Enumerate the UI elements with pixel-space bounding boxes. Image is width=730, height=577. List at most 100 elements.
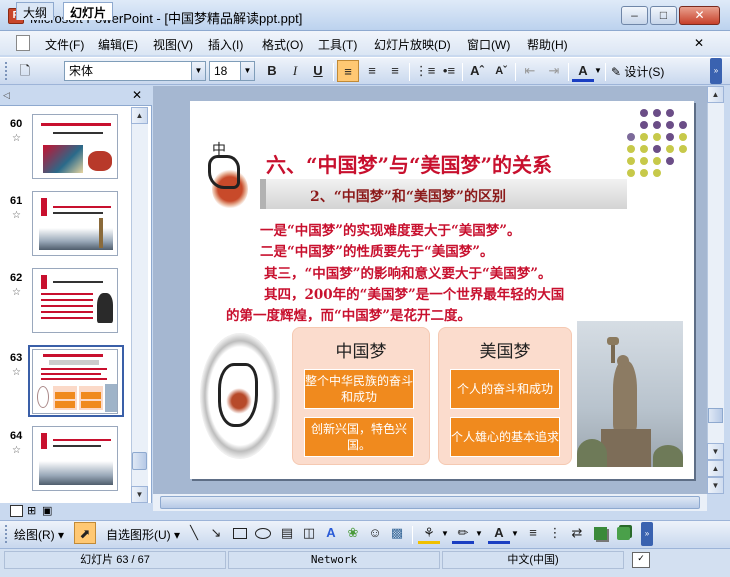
italic-button[interactable]: I (284, 60, 306, 82)
bulleted-list-icon[interactable]: •≡ (438, 60, 460, 82)
draw-menu-button[interactable]: 绘图(R) ▾ (14, 526, 64, 543)
american-dream-item-1[interactable]: 个人的奋斗和成功 (450, 369, 560, 409)
china-dream-item-2[interactable]: 创新兴国，特色兴国。 (304, 417, 414, 457)
3d-style-icon[interactable] (617, 527, 630, 540)
font-name-combo[interactable]: 宋体 ▼ (64, 61, 206, 81)
chevron-down-icon[interactable]: ▼ (511, 529, 519, 538)
toolbar-options-icon[interactable]: » (710, 58, 722, 84)
slideshow-icon[interactable]: ▣ (42, 504, 52, 517)
scroll-down-icon[interactable]: ▼ (131, 486, 148, 503)
new-document-icon[interactable]: 🗋 (14, 60, 36, 82)
clipart-icon[interactable]: ☺ (364, 522, 386, 544)
toolbar-grip[interactable] (5, 525, 9, 543)
maximize-button[interactable]: □ (650, 6, 677, 25)
arrow-style-icon[interactable]: ⇄ (566, 522, 588, 544)
underline-button[interactable]: U (307, 60, 329, 82)
menu-insert[interactable]: 插入(I) (208, 36, 243, 53)
doc-close-icon[interactable]: ✕ (694, 36, 704, 50)
china-dream-item-1[interactable]: 整个中华民族的奋斗和成功 (304, 369, 414, 409)
slide-scrollbar[interactable] (707, 86, 724, 494)
tab-outline[interactable]: 大纲 (16, 2, 55, 20)
slide-thumbnail-61[interactable] (32, 191, 118, 256)
decrease-indent-icon[interactable]: ⇤ (519, 60, 541, 82)
normal-view-icon[interactable] (10, 505, 23, 517)
vertical-textbox-icon[interactable]: ◫ (298, 522, 320, 544)
next-slide-icon[interactable]: ▼ (707, 477, 724, 494)
text-color-icon[interactable]: A (488, 522, 510, 544)
textbox-tool-icon[interactable]: ▤ (276, 522, 298, 544)
slide-subtitle[interactable]: 2、“中国梦”和“美国梦”的区别 (310, 186, 506, 206)
previous-slide-icon[interactable]: ▲ (707, 460, 724, 477)
slide-sorter-icon[interactable]: ⊞ (27, 504, 36, 517)
scroll-up-icon[interactable]: ▲ (131, 107, 148, 124)
toolbar-grip[interactable] (5, 62, 9, 80)
select-pointer-icon[interactable]: ⬈ (74, 522, 96, 544)
rectangle-tool-icon[interactable] (233, 528, 247, 539)
tab-slides[interactable]: 幻灯片 (63, 2, 114, 20)
menu-slideshow[interactable]: 幻灯片放映(D) (374, 36, 451, 53)
menu-window[interactable]: 窗口(W) (467, 36, 510, 53)
body-line-3[interactable]: 其三，“中国梦”的影响和意义要大于“美国梦”。 (264, 262, 552, 282)
close-button[interactable]: ✕ (679, 6, 720, 25)
close-pane-icon[interactable]: ✕ (132, 88, 142, 102)
fill-color-icon[interactable]: ⚘ (418, 522, 440, 544)
menu-view[interactable]: 视图(V) (153, 36, 193, 53)
body-line-2[interactable]: 二是“中国梦”的性质要先于“美国梦”。 (260, 240, 494, 260)
slide-thumbnail-62[interactable] (32, 268, 118, 333)
calligraphy-oval-image[interactable] (200, 333, 280, 459)
numbered-list-icon[interactable]: ⋮≡ (414, 60, 436, 82)
chevron-down-icon[interactable]: ▼ (191, 62, 205, 80)
body-line-1[interactable]: 一是“中国梦”的实现难度要大于“美国梦”。 (260, 219, 521, 239)
arrow-tool-icon[interactable]: ↘ (205, 522, 227, 544)
slide-thumbnail-63[interactable] (32, 349, 118, 414)
wordart-icon[interactable]: A (320, 522, 342, 544)
dash-style-icon[interactable]: ⋮ (544, 522, 566, 544)
slide-title[interactable]: 六、“中国梦”与“美国梦”的关系 (266, 149, 552, 178)
minimize-button[interactable]: – (621, 6, 648, 25)
pane-grip-icon[interactable]: ◁ (3, 90, 10, 101)
autoshapes-menu-button[interactable]: 自选图形(U) ▾ (106, 526, 180, 543)
oval-tool-icon[interactable] (255, 528, 271, 539)
american-dream-heading[interactable]: 美国梦 (438, 337, 572, 362)
menu-tools[interactable]: 工具(T) (318, 36, 357, 53)
american-dream-item-2[interactable]: 个人雄心的基本追求 (450, 417, 560, 457)
slide-thumbnail-60[interactable] (32, 114, 118, 179)
align-right-button[interactable]: ≡ (384, 60, 406, 82)
scroll-down-icon[interactable]: ▼ (707, 443, 724, 460)
font-size-combo[interactable]: 18 ▼ (209, 61, 255, 81)
menu-edit[interactable]: 编辑(E) (98, 36, 138, 53)
increase-font-icon[interactable]: Aˆ (466, 60, 488, 82)
menu-file[interactable]: 文件(F) (45, 36, 84, 53)
align-center-button[interactable]: ≡ (361, 60, 383, 82)
font-color-icon[interactable]: A (572, 60, 594, 82)
decrease-font-icon[interactable]: Aˇ (490, 60, 512, 82)
body-line-5[interactable]: 的第一度辉煌，而“中国梦”是花开二度。 (226, 304, 471, 324)
increase-indent-icon[interactable]: ⇥ (543, 60, 565, 82)
line-color-icon[interactable]: ✏ (452, 522, 474, 544)
menu-help[interactable]: 帮助(H) (527, 36, 568, 53)
menu-format[interactable]: 格式(O) (262, 36, 303, 53)
chevron-down-icon[interactable]: ▼ (594, 66, 602, 75)
chevron-down-icon[interactable]: ▼ (475, 529, 483, 538)
body-line-4[interactable]: 其四，200年的“美国梦”是一个世界最年轻的大国 (264, 283, 564, 303)
line-tool-icon[interactable]: ╲ (183, 522, 205, 544)
diagram-icon[interactable]: ❀ (342, 522, 364, 544)
chevron-down-icon[interactable]: ▼ (240, 62, 254, 80)
design-button[interactable]: ✎ 设计(S) (611, 63, 664, 80)
scroll-up-icon[interactable]: ▲ (707, 86, 724, 103)
align-left-button[interactable]: ≡ (337, 60, 359, 82)
shadow-style-icon[interactable] (594, 527, 607, 540)
china-dream-heading[interactable]: 中国梦 (292, 337, 430, 362)
statue-of-liberty-image[interactable] (577, 321, 683, 467)
scroll-thumb[interactable] (708, 408, 723, 423)
scroll-thumb[interactable] (132, 452, 147, 470)
thumbnail-scrollbar[interactable] (131, 107, 148, 503)
line-style-icon[interactable]: ≡ (522, 522, 544, 544)
slide-thumbnail-64[interactable] (32, 426, 118, 491)
bold-button[interactable]: B (261, 60, 283, 82)
insert-picture-icon[interactable]: ▩ (386, 522, 408, 544)
current-slide[interactable]: 中 六、“中国梦”与“美国梦”的关系 2、“中国梦”和“美国梦”的区别 一是“中… (190, 101, 694, 479)
chevron-down-icon[interactable]: ▼ (441, 529, 449, 538)
horizontal-scroll-thumb[interactable] (160, 496, 700, 509)
spelling-check-icon[interactable]: ✓ (632, 552, 650, 568)
